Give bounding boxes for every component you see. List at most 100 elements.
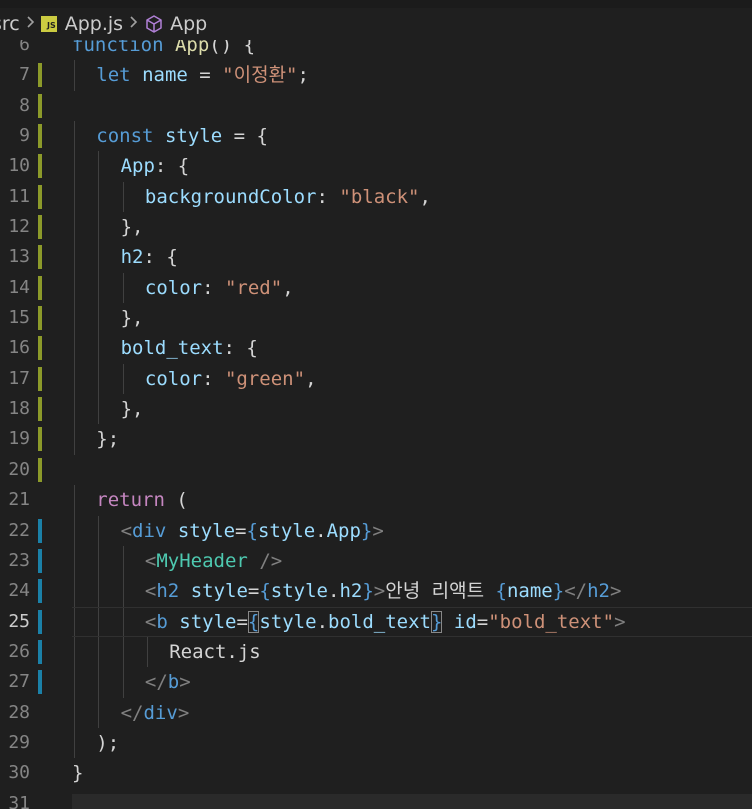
code-line[interactable]: 29); xyxy=(0,727,752,759)
code-line[interactable]: 13 h2: { xyxy=(0,242,752,273)
git-modified-indicator[interactable] xyxy=(38,366,42,391)
code-line[interactable]: 11 backgroundColor: "black", xyxy=(0,181,752,213)
code-token: } xyxy=(360,519,373,542)
code-line[interactable]: 25 <b style={style.bold_text} id="bold_te… xyxy=(0,606,752,638)
git-modified-indicator[interactable] xyxy=(38,336,42,361)
code-text: }; xyxy=(96,424,119,454)
code-token: }, xyxy=(120,307,144,330)
code-token: } xyxy=(72,762,84,785)
git-added-indicator[interactable] xyxy=(38,548,42,573)
code-token: : { xyxy=(154,155,190,178)
indent-guide xyxy=(74,151,75,182)
line-number: 12 xyxy=(8,216,30,238)
git-modified-indicator[interactable] xyxy=(38,427,42,452)
breadcrumb-folder[interactable]: src xyxy=(0,13,20,35)
code-text: </div> xyxy=(121,698,190,728)
code-token: const xyxy=(96,125,154,148)
code-token: : xyxy=(202,276,225,299)
code-token: App xyxy=(326,519,361,542)
git-modified-indicator[interactable] xyxy=(38,93,42,118)
code-token: color xyxy=(144,276,203,299)
code-line[interactable]: 15}, xyxy=(0,303,752,334)
git-modified-indicator[interactable] xyxy=(38,397,42,422)
code-text: } xyxy=(72,758,83,788)
code-line[interactable]: 26 React.js xyxy=(0,636,752,668)
indent-guide xyxy=(74,697,75,728)
code-line[interactable]: 6 function App() { xyxy=(0,40,752,60)
code-line[interactable]: 14 color: "red", xyxy=(0,272,752,304)
code-token: ; xyxy=(297,64,309,87)
breadcrumb: src JS App.js App xyxy=(0,8,752,40)
code-line[interactable]: 28 </div> xyxy=(0,697,752,728)
code-token: let xyxy=(96,64,131,87)
code-line[interactable]: 10 App: { xyxy=(0,151,752,182)
chevron-right-icon xyxy=(129,15,138,33)
indent-guide xyxy=(122,576,124,607)
code-token: . xyxy=(316,610,329,633)
code-token: div xyxy=(143,701,178,724)
line-number: 28 xyxy=(8,701,30,723)
git-added-indicator[interactable] xyxy=(38,670,42,695)
code-line[interactable]: 8 xyxy=(0,91,752,121)
git-added-indicator[interactable] xyxy=(38,518,42,543)
code-token: : xyxy=(202,367,225,390)
code-token: > xyxy=(609,580,622,603)
git-modified-indicator[interactable] xyxy=(38,215,42,240)
git-modified-indicator[interactable] xyxy=(38,154,42,179)
code-token: { xyxy=(259,580,271,603)
code-line[interactable]: 23 <MyHeader /> xyxy=(0,545,752,577)
code-line[interactable]: 16 bold_text: { xyxy=(0,333,752,364)
indent-guide xyxy=(122,545,124,577)
git-added-indicator[interactable] xyxy=(38,609,42,634)
horizontal-scrollbar[interactable] xyxy=(72,794,752,809)
code-line[interactable]: 22 <div style={style.App}> xyxy=(0,515,752,546)
code-line[interactable]: 21 return ( xyxy=(0,485,752,516)
code-line[interactable]: 18}, xyxy=(0,394,752,425)
code-token: > xyxy=(614,610,626,633)
code-token: } xyxy=(552,580,565,603)
line-number: 20 xyxy=(8,458,30,480)
code-line[interactable]: 27 </b> xyxy=(0,667,752,698)
line-number: 16 xyxy=(8,337,30,359)
code-token: "green" xyxy=(224,367,306,390)
code-text: <div style={style.App}> xyxy=(121,516,384,546)
code-line[interactable]: 7 let name = "이정환"; xyxy=(0,60,752,91)
code-line[interactable]: 9 const style = { xyxy=(0,121,752,152)
git-modified-indicator[interactable] xyxy=(38,124,42,149)
chevron-right-icon xyxy=(26,15,35,33)
code-text: backgroundColor: "black", xyxy=(145,182,431,212)
git-modified-indicator[interactable] xyxy=(38,306,42,331)
code-line[interactable]: 24 <h2 style={style.h2}>안녕 리액트 {name}</h2… xyxy=(0,576,752,607)
git-added-indicator[interactable] xyxy=(38,639,42,664)
breadcrumb-symbol[interactable]: App xyxy=(144,13,207,35)
breadcrumb-file[interactable]: JS App.js xyxy=(40,13,123,35)
code-token: /> xyxy=(259,549,283,572)
git-added-indicator[interactable] xyxy=(38,579,42,604)
line-number: 13 xyxy=(8,246,30,268)
code-token: } xyxy=(362,580,374,603)
line-number: 19 xyxy=(8,428,30,450)
code-editor[interactable]: 6 function App() {7 let name = "이정환"; 8 9 con… xyxy=(0,40,752,809)
code-token: </ xyxy=(564,580,588,603)
git-modified-indicator[interactable] xyxy=(38,457,42,482)
indent-guide xyxy=(74,272,75,304)
code-line[interactable]: 17 color: "green", xyxy=(0,363,752,395)
git-modified-indicator[interactable] xyxy=(38,184,42,209)
code-text: App: { xyxy=(121,151,190,181)
indent-guide xyxy=(74,485,75,516)
code-text: ); xyxy=(96,728,119,758)
git-modified-indicator[interactable] xyxy=(38,245,42,270)
code-token: } xyxy=(430,610,443,633)
indent-guide xyxy=(74,363,75,395)
git-modified-indicator[interactable] xyxy=(38,275,42,300)
code-line[interactable]: 30} xyxy=(0,758,752,788)
code-text: }, xyxy=(121,303,144,333)
code-line[interactable]: 12}, xyxy=(0,212,752,243)
code-line[interactable]: 20 xyxy=(0,455,752,485)
code-line[interactable]: 19}; xyxy=(0,424,752,455)
indent-guide xyxy=(74,667,75,698)
git-modified-indicator[interactable] xyxy=(38,63,42,88)
code-token: style xyxy=(270,580,328,603)
